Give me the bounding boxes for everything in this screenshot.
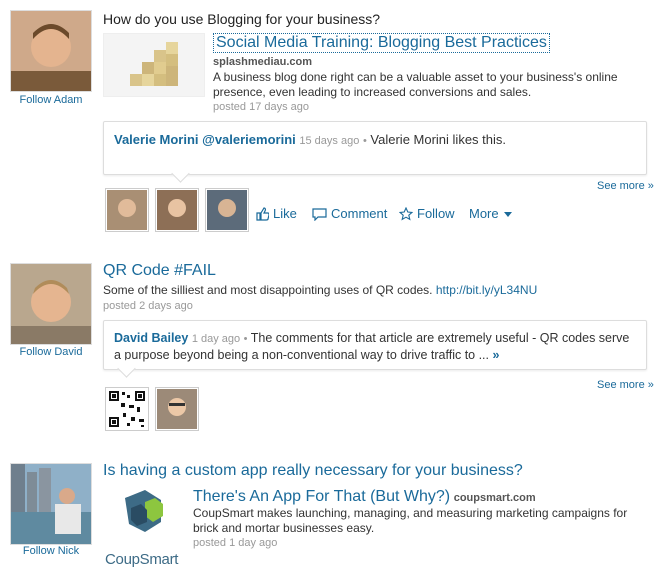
avatar-nick-image <box>11 464 91 544</box>
liker-avatar[interactable] <box>155 188 199 232</box>
coupsmart-logo[interactable]: CoupSmart <box>105 488 185 568</box>
separator-dot: • <box>362 135 367 147</box>
qr-code-thumbnail[interactable] <box>105 387 149 431</box>
posted-time: posted 17 days ago <box>213 101 310 113</box>
follow-david-link[interactable]: Follow David <box>10 346 92 358</box>
article-source: coupsmart.com <box>453 492 536 504</box>
liker-avatar[interactable] <box>205 188 249 232</box>
article-summary: CoupSmart makes launching, managing, and… <box>193 506 628 535</box>
article-title-link[interactable]: Social Media Training: Blogging Best Pra… <box>213 33 550 53</box>
comment-box: David Bailey 1 day ago • The comments fo… <box>103 320 647 370</box>
avatar[interactable] <box>10 10 92 92</box>
summary-text: Some of the silliest and most disappoint… <box>103 283 433 297</box>
article-source: splashmediau.com <box>213 56 313 68</box>
thumbs-up-icon <box>256 206 269 221</box>
comment-button[interactable]: Comment <box>312 206 387 221</box>
more-menu[interactable]: More <box>469 206 513 221</box>
comment-time: 1 day ago <box>191 333 241 345</box>
liker-avatar[interactable] <box>155 387 199 431</box>
caret-down-icon <box>503 211 512 217</box>
comment-box: Valerie Morini @valeriemorini 15 days ag… <box>103 121 647 175</box>
avatar[interactable] <box>10 463 92 545</box>
article-thumbnail[interactable] <box>103 33 205 97</box>
post-title-link[interactable]: QR Code #FAIL <box>103 262 216 280</box>
like-label: Like <box>273 206 297 221</box>
separator-dot: • <box>243 333 248 345</box>
article-summary: A business blog done right can be a valu… <box>213 70 618 99</box>
liker-avatar[interactable] <box>105 188 149 232</box>
see-more-link[interactable]: See more » <box>597 180 654 192</box>
post-title-link[interactable]: Is having a custom app really necessary … <box>103 462 523 480</box>
follow-nick-link[interactable]: Follow Nick <box>10 545 92 557</box>
posted-time: posted 1 day ago <box>193 537 278 549</box>
star-icon <box>399 206 413 221</box>
logo-text: CoupSmart <box>105 551 179 568</box>
follow-button[interactable]: Follow <box>399 206 455 221</box>
posted-time: posted 2 days ago <box>103 300 193 312</box>
follow-adam-link[interactable]: Follow Adam <box>10 94 92 106</box>
comment-time: 15 days ago <box>299 135 360 147</box>
comment-text: Valerie Morini likes this. <box>370 132 507 147</box>
avatar[interactable] <box>10 263 92 345</box>
comment-author-link[interactable]: Valerie Morini @valeriemorini <box>114 132 296 147</box>
article-header: There's An App For That (But Why?) coups… <box>193 488 536 506</box>
post-question: How do you use Blogging for your busines… <box>103 11 381 27</box>
avatar-adam-image <box>11 11 91 91</box>
more-label: More <box>469 206 499 221</box>
post-summary: Some of the silliest and most disappoint… <box>103 283 537 297</box>
like-button[interactable]: Like <box>255 206 297 221</box>
comment-author-link[interactable]: David Bailey <box>114 331 188 345</box>
article-title-link[interactable]: There's An App For That (But Why?) <box>193 488 450 505</box>
shortlink[interactable]: http://bit.ly/yL34NU <box>436 283 537 297</box>
avatar-david-image <box>11 264 91 344</box>
see-more-link[interactable]: See more » <box>597 379 654 391</box>
expand-comment-link[interactable]: » <box>493 348 500 362</box>
speech-bubble-icon <box>312 207 327 221</box>
follow-label: Follow <box>417 206 455 221</box>
comment-label: Comment <box>331 206 388 221</box>
